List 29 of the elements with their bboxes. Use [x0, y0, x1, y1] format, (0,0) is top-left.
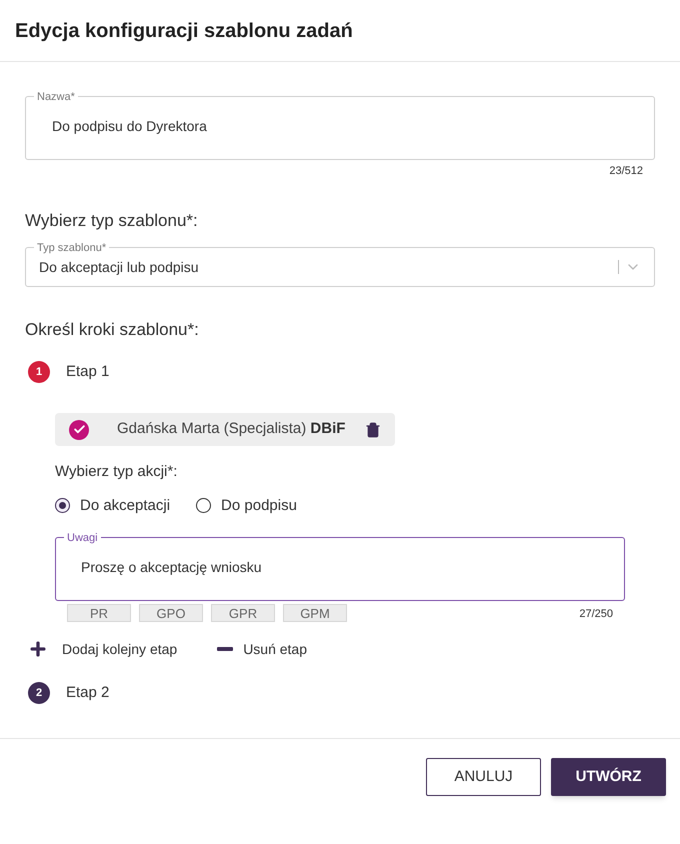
field-label: Typ szablonu* [34, 240, 110, 256]
radio-button[interactable] [196, 498, 212, 514]
section-heading: Określ kroki szablonu*: [25, 319, 200, 341]
step-number: 2 [28, 682, 50, 704]
add-step-button[interactable]: Dodaj kolejny etap [28, 638, 178, 660]
dialog-title: Edycja konfiguracji szablonu zadań [15, 18, 353, 44]
assignee-name: Gdańska Marta (Specjalista) DBiF [117, 419, 346, 440]
step-label: Etap 2 [66, 682, 110, 702]
check-icon[interactable] [69, 420, 89, 440]
action-heading: Wybierz typ akcji*: [55, 462, 178, 482]
radio-label: Do podpisu [221, 496, 297, 516]
radio-label: Do akceptacji [80, 496, 170, 516]
field-label: Uwagi [64, 530, 101, 546]
step-number: 1 [28, 360, 50, 383]
cancel-button[interactable]: ANULUJ [426, 758, 541, 796]
plus-icon [28, 639, 48, 659]
minus-icon [217, 647, 234, 651]
tag-button[interactable]: GPR [211, 604, 275, 622]
tag-button[interactable]: GPO [139, 604, 203, 622]
tag-button[interactable]: PR [67, 604, 131, 622]
tag-button[interactable]: GPM [283, 604, 347, 622]
step-label: Etap 1 [66, 362, 110, 382]
section-heading: Wybierz typ szablonu*: [25, 210, 199, 232]
char-counter: 27/250 [579, 607, 613, 622]
remove-step-button[interactable]: Usuń etap [217, 638, 308, 660]
radio-button[interactable] [55, 498, 70, 514]
create-button[interactable]: UTWÓRZ [551, 758, 666, 796]
delete-icon[interactable] [365, 422, 381, 438]
char-counter: 23/512 [609, 164, 643, 179]
